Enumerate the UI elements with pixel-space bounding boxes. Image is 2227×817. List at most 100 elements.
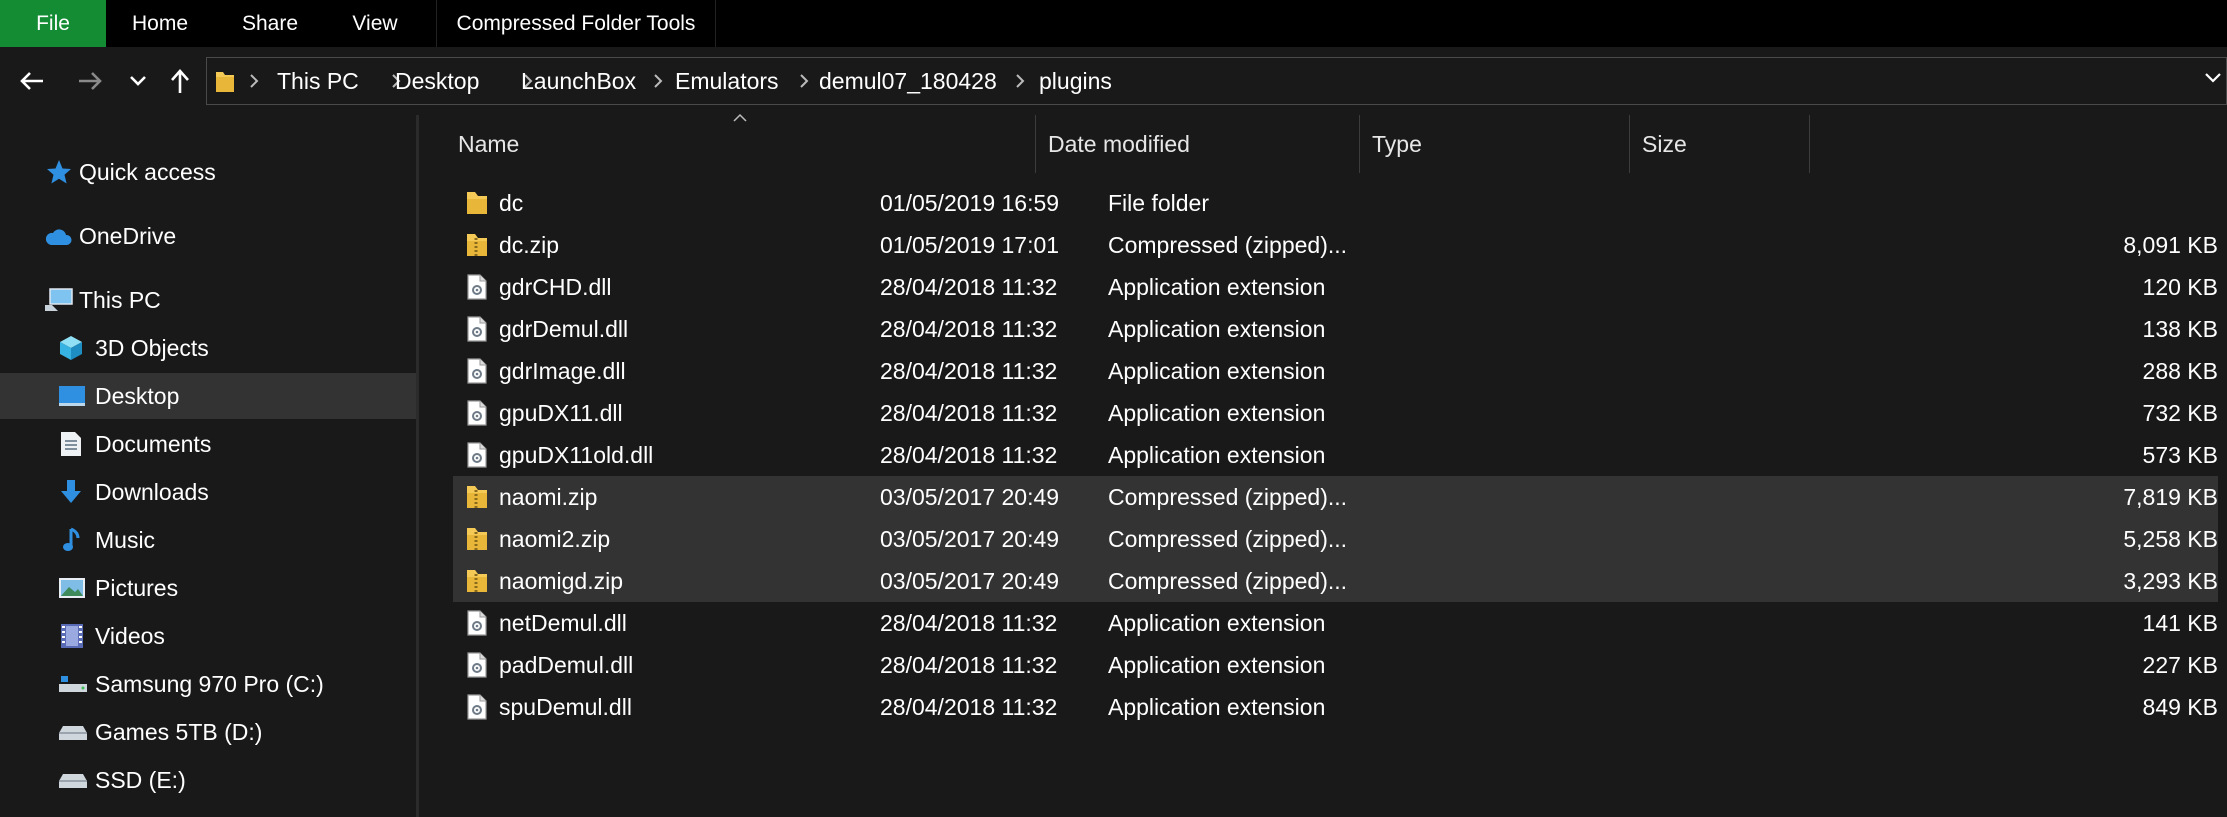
breadcrumb-launchbox[interactable]: LaunchBox: [521, 58, 636, 104]
column-divider[interactable]: [1035, 115, 1036, 173]
tab-view[interactable]: View: [340, 0, 410, 47]
table-row[interactable]: gdrCHD.dll 28/04/2018 11:32 Application ex…: [453, 266, 2218, 308]
sidebar-item-quick-access[interactable]: Quick access: [0, 149, 416, 195]
forward-button[interactable]: [70, 61, 110, 101]
file-date-modified: 28/04/2018 11:32: [880, 652, 1058, 678]
file-type: Compressed (zipped)...: [1108, 526, 1348, 552]
file-name: dc: [499, 190, 524, 216]
tab-home[interactable]: Home: [128, 0, 192, 47]
file-date-modified: 28/04/2018 11:32: [880, 610, 1058, 636]
zip-folder-icon: [467, 528, 487, 550]
dll-file-icon: [467, 274, 487, 300]
zip-folder-icon: [467, 570, 487, 592]
up-button[interactable]: [160, 61, 200, 101]
file-size: 8,091 KB: [2123, 232, 2218, 258]
sidebar-item-samsung-970-pro-c[interactable]: Samsung 970 Pro (C:): [0, 661, 416, 707]
file-size: 288 KB: [2142, 358, 2218, 384]
file-size: 120 KB: [2142, 274, 2218, 300]
file-name: dc.zip: [499, 232, 560, 258]
column-divider[interactable]: [1809, 115, 1810, 173]
navigation-bar: This PC Desktop LaunchBox Emulators demu…: [0, 47, 2227, 115]
tab-file[interactable]: File: [0, 0, 106, 47]
breadcrumb-emulators[interactable]: Emulators: [675, 58, 779, 104]
table-row[interactable]: gpuDX11.dll 28/04/2018 11:32 Application e…: [453, 392, 2218, 434]
file-date-modified: 28/04/2018 11:32: [880, 442, 1058, 468]
table-row[interactable]: gdrImage.dll 28/04/2018 11:32 Application …: [453, 350, 2218, 392]
file-date-modified: 28/04/2018 11:32: [880, 316, 1058, 342]
file-size: 141 KB: [2142, 610, 2218, 636]
tab-compressed-folder-tools[interactable]: Compressed Folder Tools: [436, 0, 716, 47]
drive-icon: [59, 774, 87, 788]
tab-share[interactable]: Share: [232, 0, 308, 47]
up-arrow-icon: [171, 69, 189, 93]
file-type: Application extension: [1108, 652, 1326, 678]
file-date-modified: 28/04/2018 11:32: [880, 400, 1058, 426]
table-row[interactable]: netDemul.dll 28/04/2018 11:32 Application …: [453, 602, 2218, 644]
address-history-chevron-icon[interactable]: [2204, 72, 2222, 84]
sidebar-item-3d-objects[interactable]: 3D Objects: [0, 325, 416, 371]
sidebar-item-games-5tb-d[interactable]: Games 5TB (D:): [0, 709, 416, 755]
sidebar-item-pictures[interactable]: Pictures: [0, 565, 416, 611]
file-type: Application extension: [1108, 316, 1326, 342]
breadcrumb-separator-icon: [800, 74, 809, 88]
table-row[interactable]: naomi2.zip 03/05/2017 20:49 Compressed (zi…: [453, 518, 2218, 560]
breadcrumb-plugins[interactable]: plugins: [1039, 58, 1112, 104]
table-row[interactable]: naomigd.zip 03/05/2017 20:49 Compressed (z…: [453, 560, 2218, 602]
sidebar-item-videos[interactable]: Videos: [0, 613, 416, 659]
file-date-modified: 03/05/2017 20:49: [880, 526, 1060, 552]
file-name: netDemul.dll: [499, 610, 627, 636]
sidebar-item-ssd-e[interactable]: SSD (E:): [0, 757, 416, 803]
dll-file-icon: [467, 652, 487, 678]
table-row[interactable]: naomi.zip 03/05/2017 20:49 Compressed (zip…: [453, 476, 2218, 518]
table-row[interactable]: padDemul.dll 28/04/2018 11:32 Application …: [453, 644, 2218, 686]
table-row[interactable]: gdrDemul.dll 28/04/2018 11:32 Application …: [453, 308, 2218, 350]
table-row[interactable]: dc 01/05/2019 16:59 File folder: [453, 182, 2218, 224]
table-row[interactable]: spuDemul.dll 28/04/2018 11:32 Application …: [453, 686, 2218, 728]
file-date-modified: 03/05/2017 20:49: [880, 568, 1060, 594]
download-arrow-icon: [61, 480, 81, 503]
forward-arrow-icon: [79, 72, 102, 90]
table-row[interactable]: dc.zip 01/05/2019 17:01 Compressed (zipped…: [453, 224, 2218, 266]
column-header-date-modified[interactable]: Date modified: [1048, 115, 1348, 173]
breadcrumb-desktop[interactable]: Desktop: [395, 58, 479, 104]
sidebar-item-documents[interactable]: Documents: [0, 421, 416, 467]
file-list: Name Date modified Type Size dc 01/05/201…: [419, 113, 2227, 817]
dll-file-icon: [467, 610, 487, 636]
file-name: gdrDemul.dll: [499, 316, 629, 342]
file-size: [2098, 182, 2218, 224]
file-size: 3,293 KB: [2123, 568, 2218, 594]
zip-folder-icon: [467, 234, 487, 256]
column-header-type[interactable]: Type: [1372, 115, 1622, 173]
column-divider[interactable]: [1359, 115, 1360, 173]
sidebar-item-downloads[interactable]: Downloads: [0, 469, 416, 515]
file-size: 227 KB: [2142, 652, 2218, 678]
breadcrumb-demul07-180428[interactable]: demul07_180428: [819, 58, 997, 104]
film-icon: [61, 624, 83, 648]
dll-file-icon: [467, 442, 487, 468]
column-header-size[interactable]: Size: [1642, 115, 1792, 173]
file-size: 5,258 KB: [2123, 526, 2218, 552]
sidebar-item-music[interactable]: Music: [0, 517, 416, 563]
file-name: spuDemul.dll: [499, 694, 632, 720]
sidebar-item-onedrive[interactable]: OneDrive: [0, 213, 416, 259]
address-bar[interactable]: This PC Desktop LaunchBox Emulators demu…: [206, 57, 2227, 105]
file-size: 849 KB: [2142, 694, 2218, 720]
back-arrow-icon: [20, 72, 43, 90]
column-header-name[interactable]: Name: [458, 115, 1028, 173]
ribbon-tab-bar: File Home Share View Compressed Folder T…: [0, 0, 2227, 47]
file-date-modified: 28/04/2018 11:32: [880, 274, 1058, 300]
cloud-icon: [45, 229, 72, 245]
column-divider[interactable]: [1629, 115, 1630, 173]
computer-icon: [45, 288, 73, 311]
sidebar-item-desktop[interactable]: Desktop: [0, 373, 416, 419]
star-icon: [47, 160, 71, 184]
dll-file-icon: [467, 400, 487, 426]
breadcrumb-this-pc[interactable]: This PC: [277, 58, 359, 104]
back-button[interactable]: [12, 61, 52, 101]
file-type: Application extension: [1108, 358, 1326, 384]
file-type: Application extension: [1108, 694, 1326, 720]
breadcrumb-separator-icon: [250, 74, 259, 88]
recent-locations-button[interactable]: [118, 61, 158, 101]
table-row[interactable]: gpuDX11old.dll 28/04/2018 11:32 Applicatio…: [453, 434, 2218, 476]
sidebar-item-this-pc[interactable]: This PC: [0, 277, 416, 323]
